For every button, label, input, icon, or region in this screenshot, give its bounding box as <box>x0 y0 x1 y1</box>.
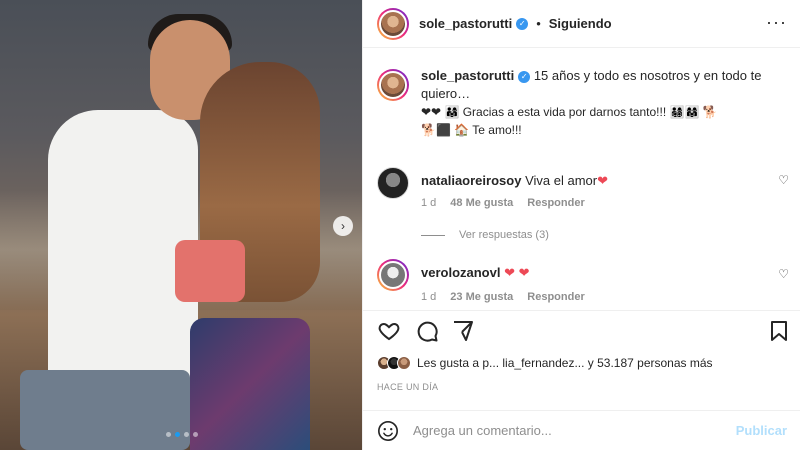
comments-section[interactable]: sole_pastorutti ✓ 15 años y todo es nosot… <box>363 49 800 307</box>
comment-meta: 1 d 23 Me gusta Responder <box>421 291 585 303</box>
caption: sole_pastorutti ✓ 15 años y todo es nosot… <box>377 67 791 139</box>
photo-subject-man-jeans <box>20 370 190 450</box>
post-side-panel: sole_pastorutti ✓ • Siguiendo ··· sole_p… <box>362 0 800 450</box>
comment-item: verolozanovl ❤ ❤ <box>377 257 791 291</box>
add-comment-bar: Publicar <box>363 410 800 450</box>
photo-subject-woman-top <box>175 240 245 302</box>
post-timestamp[interactable]: HACE UN DÍA <box>377 382 438 392</box>
comment-like-heart-icon[interactable]: ♡ <box>778 173 789 187</box>
author-username[interactable]: sole_pastorutti <box>419 16 512 31</box>
commenter-avatar[interactable] <box>377 167 409 199</box>
save-bookmark-icon[interactable] <box>767 319 791 343</box>
heart-emoji: ❤ <box>597 173 608 188</box>
following-button[interactable]: Siguiendo <box>549 16 612 31</box>
next-photo-button[interactable]: › <box>333 216 353 236</box>
liker-avatar <box>397 356 411 370</box>
commenter-avatar[interactable] <box>377 259 409 291</box>
likes-summary[interactable]: Les gusta a p... lia_fernandez... y 53.1… <box>377 356 713 370</box>
comment-bubble-icon[interactable] <box>415 319 439 343</box>
carousel-dot <box>193 432 198 437</box>
caption-line-3: 🐕⬛ 🏠 Te amo!!! <box>421 123 522 137</box>
comment-text: nataliaoreirosoy Viva el amor❤ <box>421 172 791 199</box>
comment-input[interactable] <box>413 423 713 438</box>
post-modal: › sole_pastorutti ✓ • Siguiendo ··· sole… <box>0 0 800 450</box>
comment-text: verolozanovl ❤ ❤ <box>421 264 791 291</box>
carousel-dot <box>166 432 171 437</box>
post-header: sole_pastorutti ✓ • Siguiendo ··· <box>363 0 800 48</box>
like-heart-icon[interactable] <box>377 319 401 343</box>
comment-username[interactable]: verolozanovl <box>421 265 500 280</box>
comment-reply-button[interactable]: Responder <box>527 197 584 209</box>
publish-button[interactable]: Publicar <box>736 423 787 438</box>
share-plane-icon[interactable] <box>451 319 475 343</box>
caption-author-avatar[interactable] <box>377 69 409 101</box>
header-separator: • <box>536 16 541 31</box>
verified-badge-icon: ✓ <box>516 17 529 30</box>
photo-subject-woman-pants <box>190 318 310 450</box>
emoji-icon[interactable] <box>377 420 399 442</box>
comment-like-heart-icon[interactable]: ♡ <box>778 267 789 281</box>
comment-meta: 1 d 48 Me gusta Responder <box>421 197 585 209</box>
comment-username[interactable]: nataliaoreirosoy <box>421 173 521 188</box>
more-options-icon[interactable]: ··· <box>766 13 787 31</box>
comment-likes-count[interactable]: 23 Me gusta <box>450 291 513 303</box>
author-avatar[interactable] <box>377 7 409 40</box>
comment-time: 1 d <box>421 197 437 209</box>
post-photo[interactable]: › <box>0 0 362 450</box>
likes-summary-text: Les gusta a p... lia_fernandez... y 53.1… <box>417 356 713 370</box>
replies-divider <box>421 234 445 236</box>
view-replies-label: Ver respuestas (3) <box>459 229 549 241</box>
heart-emoji: ❤ ❤ <box>504 265 530 280</box>
post-actions-bar <box>363 310 800 350</box>
carousel-dots <box>166 432 198 437</box>
comment-item: nataliaoreirosoy Viva el amor❤ <box>377 165 791 199</box>
carousel-dot <box>184 432 189 437</box>
caption-username[interactable]: sole_pastorutti <box>421 68 514 83</box>
comment-body: Viva el amor <box>525 173 598 188</box>
caption-text: sole_pastorutti ✓ 15 años y todo es nosot… <box>421 67 791 139</box>
comment-reply-button[interactable]: Responder <box>527 291 584 303</box>
view-replies-button[interactable]: Ver respuestas (3) <box>421 229 549 241</box>
caption-line-2: ❤❤ 👨‍👩‍👧 Gracias a esta vida por darnos … <box>421 105 718 119</box>
verified-badge-icon: ✓ <box>518 70 531 83</box>
carousel-dot-active <box>175 432 180 437</box>
comment-time: 1 d <box>421 291 437 303</box>
comment-likes-count[interactable]: 48 Me gusta <box>450 197 513 209</box>
